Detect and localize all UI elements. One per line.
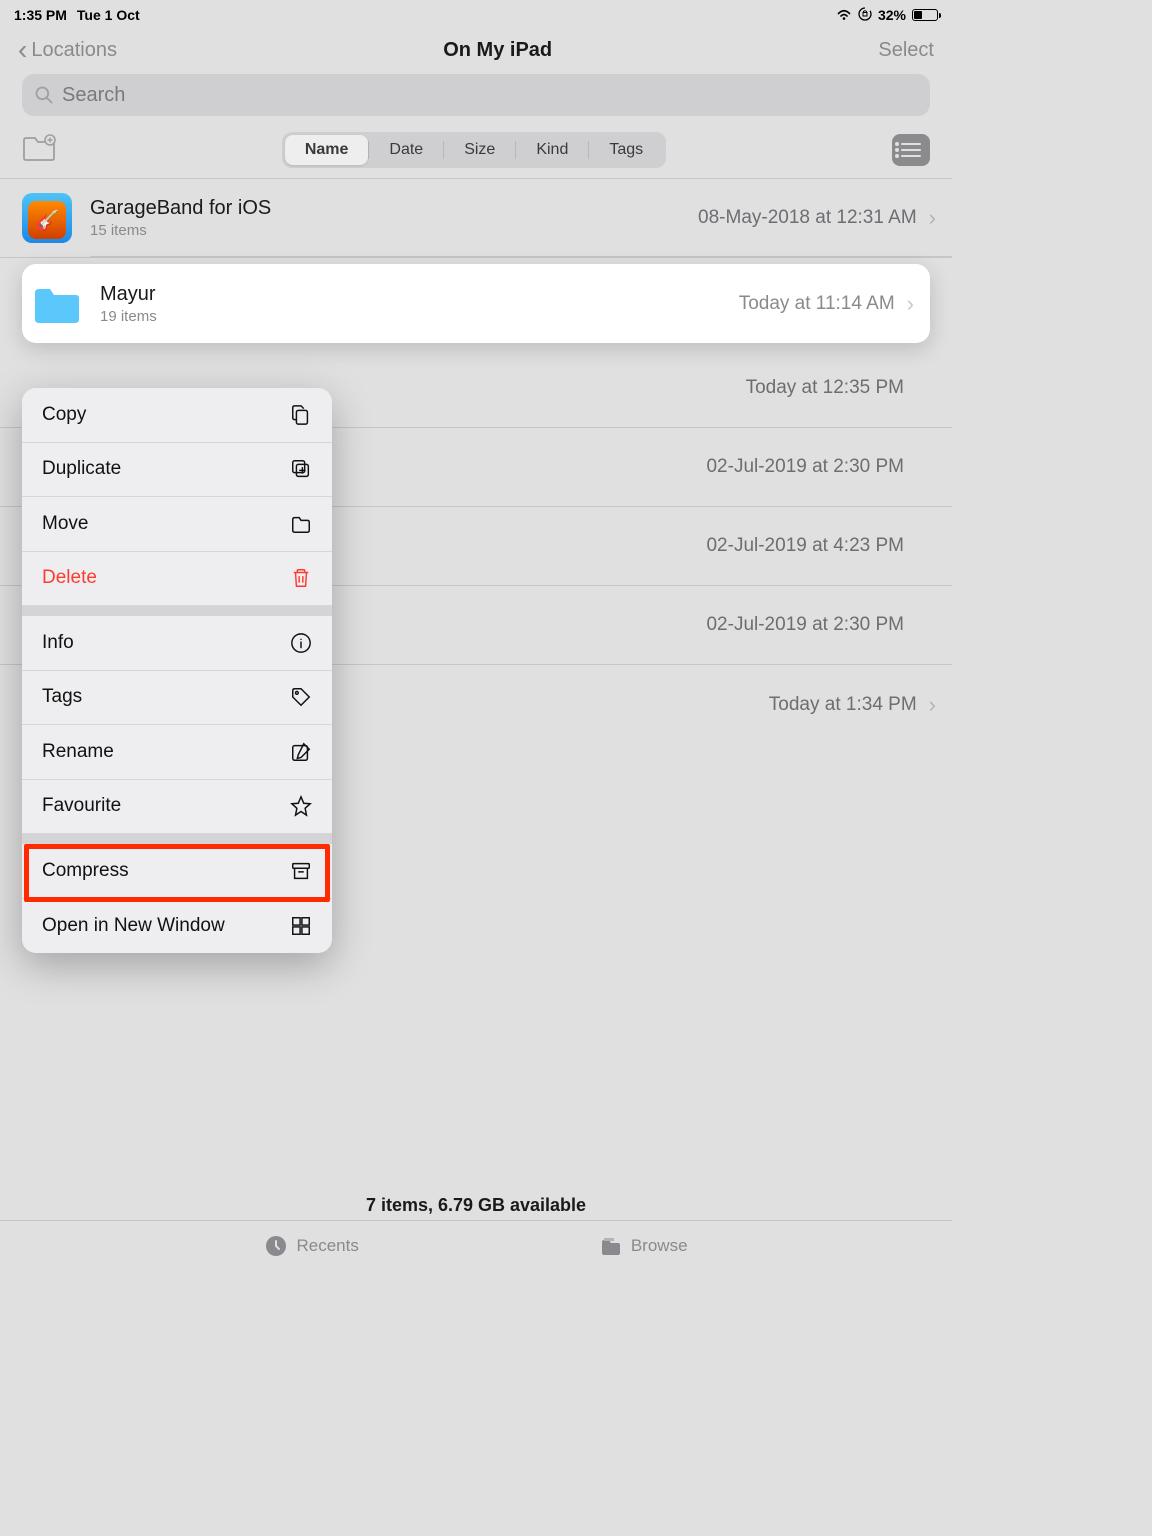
rename-icon [290,741,312,763]
archive-icon [290,860,312,882]
back-button[interactable]: ‹ Locations [18,36,117,64]
sort-segment: Name Date Size Kind Tags [282,132,666,168]
page-title: On My iPad [443,39,552,62]
orientation-lock-icon [858,7,872,24]
status-time: 1:35 PM [14,7,67,23]
ctx-tags[interactable]: Tags [22,671,332,726]
wifi-icon [836,7,852,23]
ctx-info[interactable]: Info [22,616,332,671]
grid-icon [290,915,312,937]
select-button[interactable]: Select [878,39,934,62]
ctx-move[interactable]: Move [22,497,332,552]
nav-bar: ‹ Locations On My iPad Select [0,26,952,74]
sort-tags[interactable]: Tags [589,135,663,165]
ctx-compress[interactable]: Compress [22,844,332,899]
file-subtitle: 19 items [100,308,739,325]
file-name: GarageBand for iOS [90,197,698,220]
sort-date[interactable]: Date [369,135,443,165]
file-date: 08-May-2018 at 12:31 AM [698,207,917,229]
ctx-copy[interactable]: Copy [22,388,332,443]
new-folder-button[interactable] [22,134,56,167]
chevron-right-icon: › [929,692,936,718]
battery-icon [912,9,938,21]
file-date: 02-Jul-2019 at 2:30 PM [706,456,904,478]
new-folder-icon [22,134,56,162]
chevron-right-icon: › [907,291,914,317]
folder-icon [290,513,312,535]
star-icon [290,795,312,817]
list-icon [901,143,921,157]
file-date: Today at 11:14 AM [739,293,895,315]
back-label: Locations [31,39,117,62]
chevron-left-icon: ‹ [18,36,27,64]
file-date: 02-Jul-2019 at 4:23 PM [706,535,904,557]
toolbar: Name Date Size Kind Tags [0,126,952,178]
folder-icon [32,283,82,325]
garageband-app-icon: 🎸 [22,193,72,243]
ctx-duplicate[interactable]: Duplicate [22,443,332,498]
duplicate-icon [290,458,312,480]
sort-name[interactable]: Name [285,135,369,165]
trash-icon [290,567,312,589]
file-date: Today at 1:34 PM [769,694,917,716]
sort-size[interactable]: Size [444,135,515,165]
status-date: Tue 1 Oct [77,7,140,23]
file-row-garageband[interactable]: 🎸 GarageBand for iOS 15 items 08-May-201… [0,179,952,258]
ctx-rename[interactable]: Rename [22,725,332,780]
file-date: Today at 12:35 PM [746,377,904,399]
file-name: Mayur [100,283,739,306]
search-icon [34,85,54,105]
search-input[interactable]: Search [22,74,930,116]
tab-browse[interactable]: Browse [599,1234,688,1258]
tab-recents[interactable]: Recents [264,1234,358,1258]
file-row-mayur[interactable]: Mayur 19 items Today at 11:14 AM › [22,264,930,343]
ctx-delete[interactable]: Delete [22,552,332,607]
chevron-right-icon: › [929,205,936,231]
context-menu: Copy Duplicate Move Delete Info Tags Ren… [22,388,332,953]
file-date: 02-Jul-2019 at 2:30 PM [706,614,904,636]
copy-icon [290,404,312,426]
search-placeholder: Search [62,84,125,107]
bottom-tab-bar: Recents Browse [0,1220,952,1270]
ctx-open-new-window[interactable]: Open in New Window [22,899,332,954]
storage-status: 7 items, 6.79 GB available [0,1195,952,1216]
ctx-favourite[interactable]: Favourite [22,780,332,835]
status-bar: 1:35 PM Tue 1 Oct 32% [0,0,952,26]
file-subtitle: 15 items [90,222,698,239]
sort-kind[interactable]: Kind [516,135,588,165]
browse-folder-icon [599,1234,623,1258]
info-icon [290,632,312,654]
tag-icon [290,686,312,708]
view-list-button[interactable] [892,134,930,166]
battery-percent: 32% [878,7,906,23]
clock-icon [264,1234,288,1258]
